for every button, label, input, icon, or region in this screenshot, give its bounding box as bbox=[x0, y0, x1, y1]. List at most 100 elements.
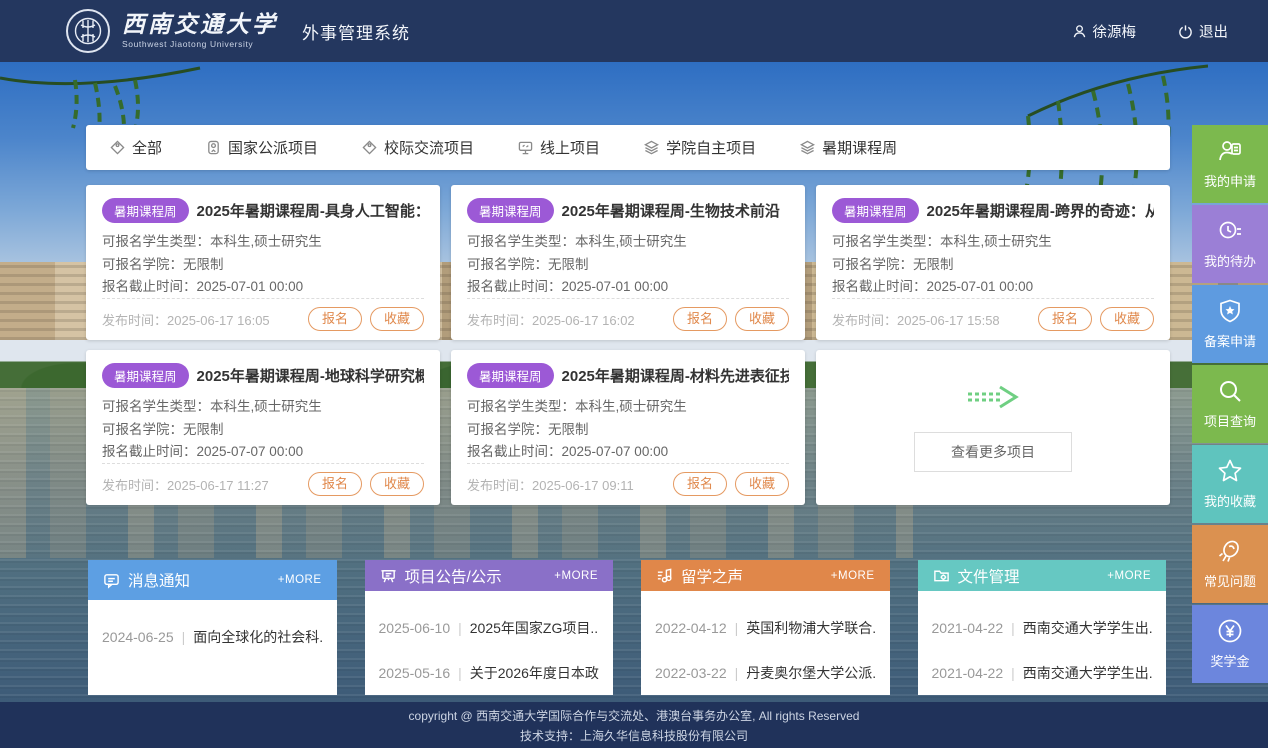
tab-college-independent[interactable]: 学院自主项目 bbox=[644, 137, 756, 158]
entry-title: 英国利物浦大学联合... bbox=[746, 618, 875, 638]
sidebar-item-my-favorites[interactable]: 我的收藏 bbox=[1192, 445, 1268, 523]
user-icon bbox=[1072, 24, 1087, 39]
apply-button[interactable]: 报名 bbox=[673, 307, 727, 331]
panel-file-management: 文件管理 +MORE 2021-04-22 | 西南交通大学学生出... 202… bbox=[918, 560, 1167, 695]
project-card[interactable]: 暑期课程周 2025年暑期课程周-跨界的奇迹：从民... 可报名学生类型：本科生… bbox=[816, 185, 1170, 340]
student-type-label: 可报名学生类型： bbox=[467, 234, 575, 249]
tab-inter-school-exchange[interactable]: 校际交流项目 bbox=[362, 137, 474, 158]
logout-button[interactable]: 退出 bbox=[1178, 21, 1228, 42]
project-title[interactable]: 2025年暑期课程周-跨界的奇迹：从民... bbox=[927, 200, 1154, 221]
tab-all[interactable]: 全部 bbox=[110, 137, 162, 158]
sidebar-item-my-applications[interactable]: 我的申请 bbox=[1192, 125, 1268, 203]
deadline-label: 报名截止时间： bbox=[467, 279, 562, 294]
panel-more-link[interactable]: +MORE bbox=[554, 570, 598, 582]
entry-title: 西南交通大学学生出... bbox=[1023, 618, 1152, 638]
entry-separator: | bbox=[458, 665, 462, 681]
panel-more-link[interactable]: +MORE bbox=[831, 570, 875, 582]
sidebar-item-project-search[interactable]: 项目查询 bbox=[1192, 365, 1268, 443]
tab-state-sponsored[interactable]: 国家公派项目 bbox=[206, 137, 318, 158]
notice-entry[interactable]: 2022-03-22 | 丹麦奥尔堡大学公派... bbox=[655, 650, 876, 695]
project-title[interactable]: 2025年暑期课程周-具身人工智能：虚... bbox=[197, 200, 424, 221]
panel-more-link[interactable]: +MORE bbox=[1107, 570, 1151, 582]
favorite-button[interactable]: 收藏 bbox=[735, 307, 789, 331]
panel-title: 消息通知 bbox=[128, 569, 190, 591]
entry-date: 2021-04-22 bbox=[932, 620, 1004, 636]
favorite-button[interactable]: 收藏 bbox=[735, 472, 789, 496]
entry-separator: | bbox=[735, 620, 739, 636]
current-user[interactable]: 徐源梅 bbox=[1072, 21, 1137, 42]
student-type-label: 可报名学生类型： bbox=[102, 399, 210, 414]
panel-message-notice: 消息通知 +MORE 2024-06-25 | 面向全球化的社会科... bbox=[88, 560, 337, 695]
apply-button[interactable]: 报名 bbox=[308, 307, 362, 331]
project-card[interactable]: 暑期课程周 2025年暑期课程周-生物技术前沿 可报名学生类型：本科生,硕士研究… bbox=[451, 185, 805, 340]
notice-entry[interactable]: 2021-04-22 | 西南交通大学学生出... bbox=[932, 605, 1153, 650]
footer-copyright: copyright @ 西南交通大学国际合作与交流处、港澳台事务办公室, All… bbox=[409, 707, 860, 724]
sidebar-item-filing-application[interactable]: 备案申请 bbox=[1192, 285, 1268, 363]
folder-gear-icon bbox=[933, 567, 950, 584]
favorite-button[interactable]: 收藏 bbox=[1100, 307, 1154, 331]
publish-label: 发布时间： bbox=[467, 313, 532, 328]
publish-value: 2025-06-17 11:27 bbox=[167, 478, 269, 493]
university-name-zh: 西南交通大学 bbox=[122, 13, 278, 37]
apply-button[interactable]: 报名 bbox=[308, 472, 362, 496]
notice-entry[interactable]: 2025-05-16 | 关于2026年度日本政... bbox=[379, 650, 600, 695]
tab-label: 全部 bbox=[132, 137, 162, 158]
university-logo-icon bbox=[66, 9, 110, 53]
music-note-icon bbox=[656, 567, 673, 584]
student-type-label: 可报名学生类型： bbox=[102, 234, 210, 249]
project-title[interactable]: 2025年暑期课程周-地球科学研究概论 bbox=[197, 365, 424, 386]
publish-label: 发布时间： bbox=[102, 478, 167, 493]
tab-summer-course-week[interactable]: 暑期课程周 bbox=[800, 137, 897, 158]
badge-icon bbox=[206, 140, 221, 155]
project-category-badge: 暑期课程周 bbox=[832, 198, 919, 223]
app-title: 外事管理系统 bbox=[302, 19, 410, 44]
publish-value: 2025-06-17 16:05 bbox=[167, 313, 270, 328]
entry-title: 西南交通大学学生出... bbox=[1023, 663, 1152, 683]
favorite-button[interactable]: 收藏 bbox=[370, 472, 424, 496]
tab-label: 线上项目 bbox=[540, 137, 600, 158]
student-type-value: 本科生,硕士研究生 bbox=[940, 234, 1052, 249]
logout-label: 退出 bbox=[1199, 21, 1228, 42]
page-footer: copyright @ 西南交通大学国际合作与交流处、港澳台事务办公室, All… bbox=[0, 702, 1268, 748]
dart-icon bbox=[1217, 538, 1243, 564]
college-label: 可报名学院： bbox=[467, 422, 548, 437]
panel-study-abroad-voice: 留学之声 +MORE 2022-04-12 | 英国利物浦大学联合... 202… bbox=[641, 560, 890, 695]
notice-entry[interactable]: 2022-04-12 | 英国利物浦大学联合... bbox=[655, 605, 876, 650]
project-card[interactable]: 暑期课程周 2025年暑期课程周-材料先进表征技术... 可报名学生类型：本科生… bbox=[451, 350, 805, 505]
college-value: 无限制 bbox=[183, 422, 224, 437]
tab-online-project[interactable]: 线上项目 bbox=[518, 137, 600, 158]
sidebar-item-my-todos[interactable]: 我的待办 bbox=[1192, 205, 1268, 283]
student-type-value: 本科生,硕士研究生 bbox=[575, 399, 687, 414]
star-icon bbox=[1217, 458, 1243, 484]
view-more-card[interactable]: 查看更多项目 bbox=[816, 350, 1170, 505]
entry-date: 2025-06-10 bbox=[379, 620, 451, 636]
apply-button[interactable]: 报名 bbox=[1038, 307, 1092, 331]
college-label: 可报名学院： bbox=[832, 257, 913, 272]
project-title[interactable]: 2025年暑期课程周-生物技术前沿 bbox=[562, 200, 780, 221]
project-title[interactable]: 2025年暑期课程周-材料先进表征技术... bbox=[562, 365, 789, 386]
panel-more-link[interactable]: +MORE bbox=[278, 574, 322, 586]
entry-separator: | bbox=[1011, 620, 1015, 636]
sidebar-item-scholarship[interactable]: 奖学金 bbox=[1192, 605, 1268, 683]
apply-button[interactable]: 报名 bbox=[673, 472, 727, 496]
top-navbar: 西南交通大学 Southwest Jiaotong University 外事管… bbox=[0, 0, 1268, 62]
university-brand: 西南交通大学 Southwest Jiaotong University 外事管… bbox=[66, 9, 410, 53]
project-card[interactable]: 暑期课程周 2025年暑期课程周-地球科学研究概论 可报名学生类型：本科生,硕士… bbox=[86, 350, 440, 505]
notice-entry[interactable]: 2024-06-25 | 面向全球化的社会科... bbox=[102, 614, 323, 659]
entry-title: 关于2026年度日本政... bbox=[470, 663, 599, 683]
sidebar-item-label: 备案申请 bbox=[1204, 331, 1256, 350]
college-value: 无限制 bbox=[913, 257, 954, 272]
college-label: 可报名学院： bbox=[102, 422, 183, 437]
notice-entry[interactable]: 2025-06-10 | 2025年国家ZG项目... bbox=[379, 605, 600, 650]
panel-project-announcements: 项目公告/公示 +MORE 2025-06-10 | 2025年国家ZG项目..… bbox=[365, 560, 614, 695]
project-card[interactable]: 暑期课程周 2025年暑期课程周-具身人工智能：虚... 可报名学生类型：本科生… bbox=[86, 185, 440, 340]
notice-entry[interactable]: 2021-04-22 | 西南交通大学学生出... bbox=[932, 650, 1153, 695]
view-more-projects-button[interactable]: 查看更多项目 bbox=[914, 432, 1072, 472]
monitor-icon bbox=[518, 140, 533, 155]
sidebar-item-faq[interactable]: 常见问题 bbox=[1192, 525, 1268, 603]
bulletin-icon bbox=[380, 567, 397, 584]
project-card-grid: 暑期课程周 2025年暑期课程周-具身人工智能：虚... 可报名学生类型： 本科生… bbox=[86, 185, 1170, 505]
publish-value: 2025-06-17 15:58 bbox=[897, 313, 1000, 328]
favorite-button[interactable]: 收藏 bbox=[370, 307, 424, 331]
tag-icon bbox=[362, 140, 377, 155]
